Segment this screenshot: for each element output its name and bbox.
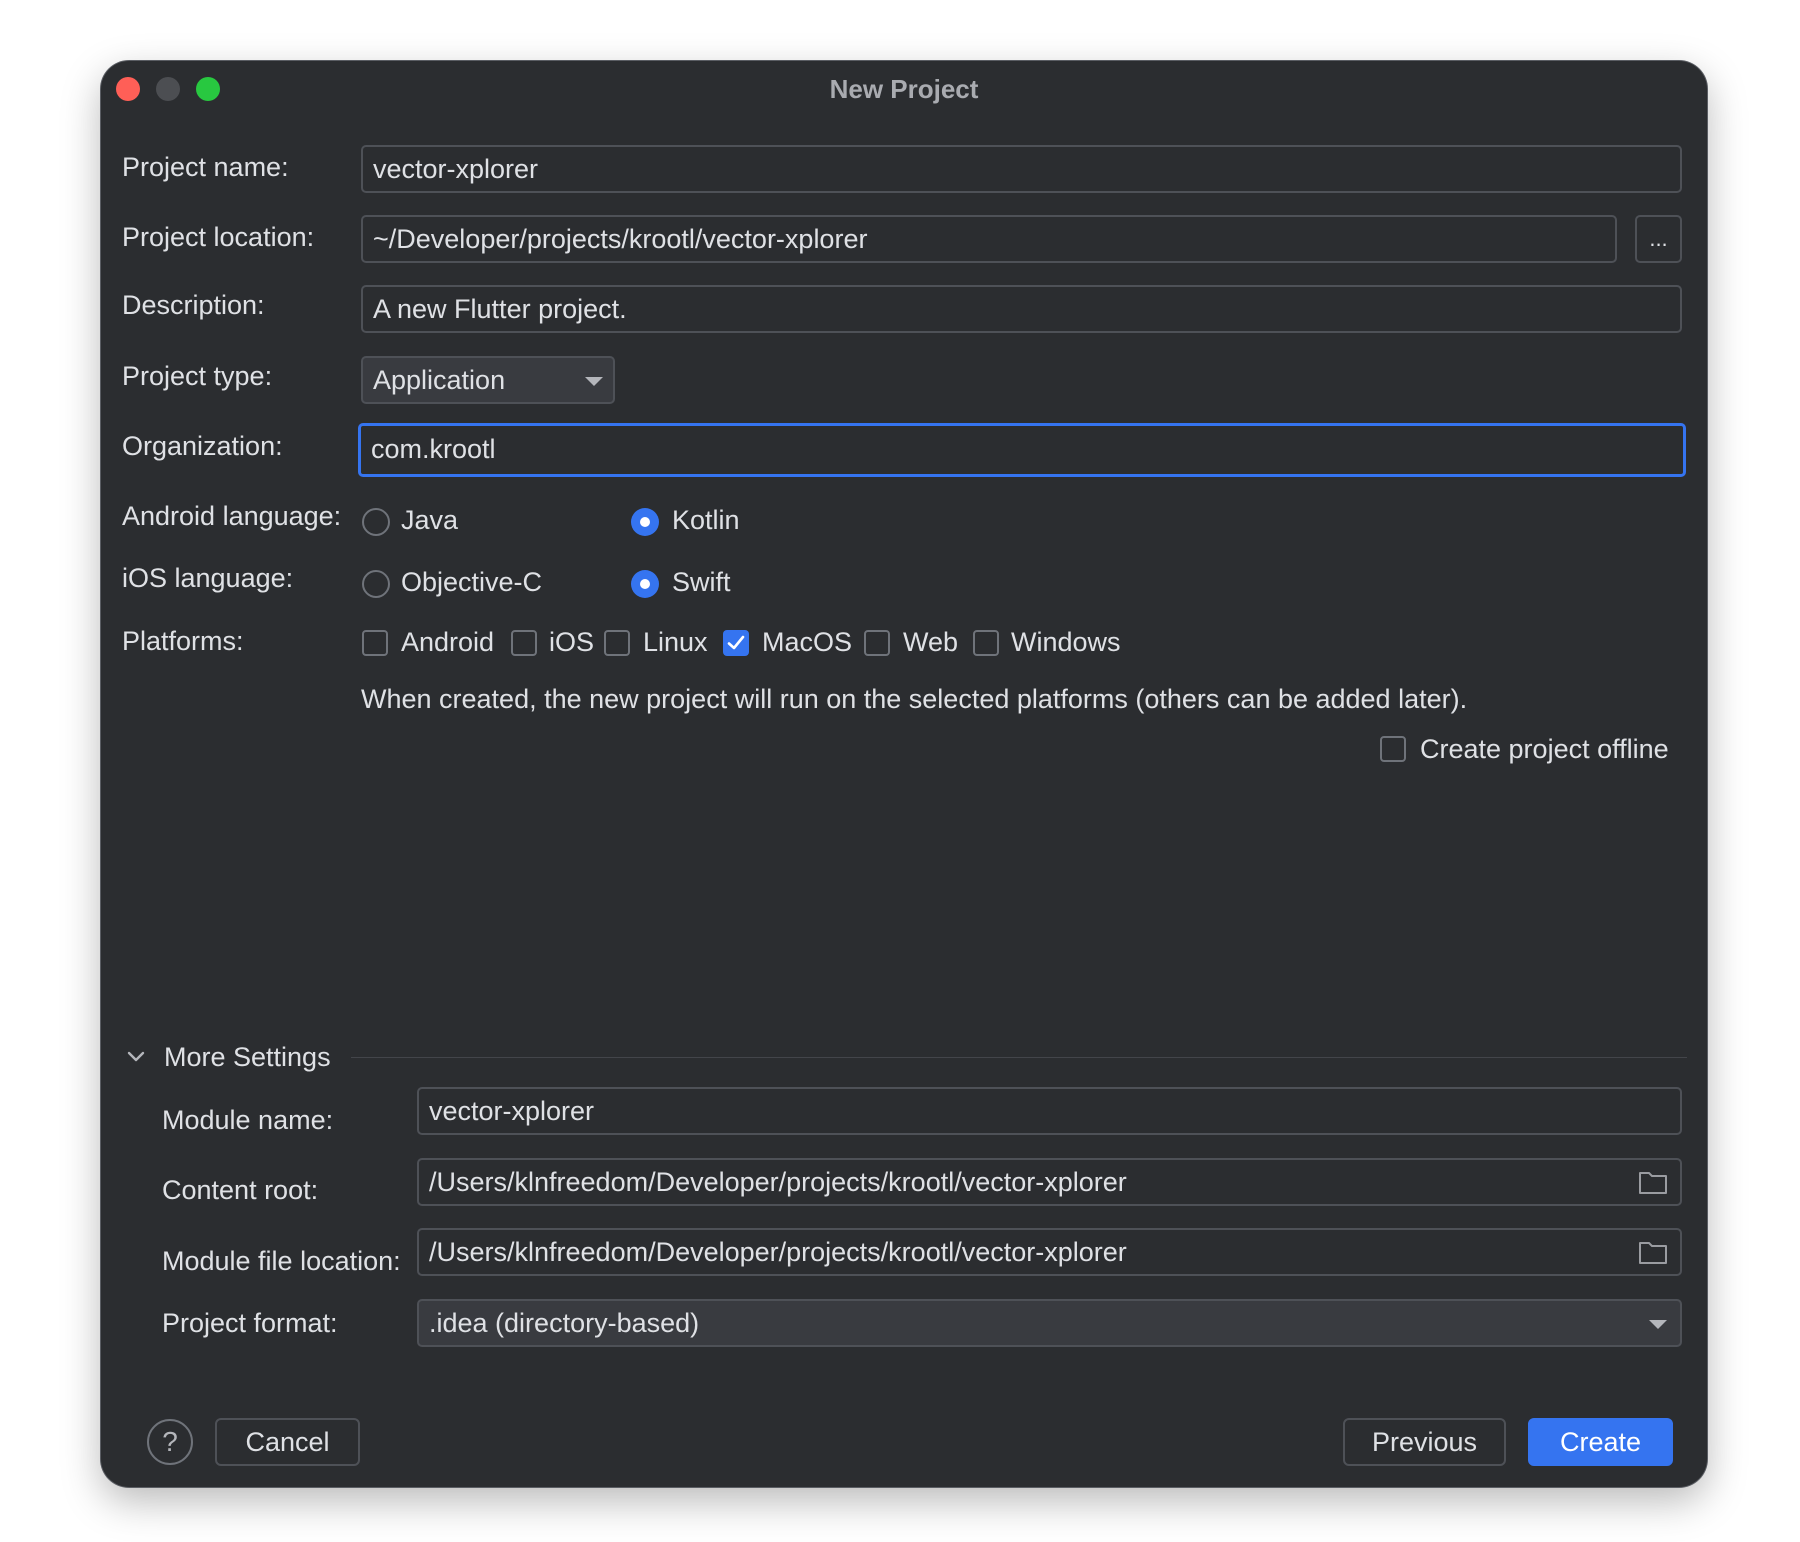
new-project-dialog: New Project Project name: vector-xplorer… [101,61,1707,1487]
window-title: New Project [829,74,979,104]
chevron-down-icon[interactable] [125,1046,147,1068]
platform-web-label[interactable]: Web [903,626,958,658]
chevron-down-icon [585,377,603,386]
create-offline-label[interactable]: Create project offline [1420,733,1669,765]
content-root-input[interactable]: /Users/klnfreedom/Developer/projects/kro… [417,1158,1682,1206]
project-name-input[interactable]: vector-xplorer [361,145,1682,193]
android-kotlin-label[interactable]: Kotlin [672,504,740,536]
ios-swift-radio[interactable] [631,570,659,598]
platform-macos-label[interactable]: MacOS [762,626,852,658]
module-name-value: vector-xplorer [429,1096,595,1126]
project-location-value: ~/Developer/projects/krootl/vector-xplor… [373,224,868,254]
platform-macos-checkbox[interactable] [723,630,749,656]
browse-location-button[interactable]: ... [1635,215,1682,263]
project-type-select[interactable]: Application [361,356,615,404]
module-name-input[interactable]: vector-xplorer [417,1087,1682,1135]
description-input[interactable]: A new Flutter project. [361,285,1682,333]
content-root-value: /Users/klnfreedom/Developer/projects/kro… [429,1167,1127,1197]
project-type-value: Application [373,365,506,395]
project-format-value: .idea (directory-based) [429,1308,700,1338]
previous-button[interactable]: Previous [1343,1418,1506,1466]
ios-objc-radio[interactable] [362,570,390,598]
platform-ios-checkbox[interactable] [511,630,537,656]
ios-objc-label[interactable]: Objective-C [401,566,542,598]
ios-swift-label[interactable]: Swift [672,566,731,598]
more-settings-toggle[interactable]: More Settings [164,1041,331,1073]
project-location-input[interactable]: ~/Developer/projects/krootl/vector-xplor… [361,215,1617,263]
content-root-label: Content root: [162,1175,319,1205]
create-button[interactable]: Create [1528,1418,1673,1466]
description-label: Description: [122,290,265,320]
checkmark-icon [727,635,745,650]
android-java-radio[interactable] [362,508,390,536]
folder-icon[interactable] [1638,1239,1668,1265]
folder-icon[interactable] [1638,1169,1668,1195]
module-file-location-input[interactable]: /Users/klnfreedom/Developer/projects/kro… [417,1228,1682,1276]
platform-android-checkbox[interactable] [362,630,388,656]
platform-ios-label[interactable]: iOS [549,626,594,658]
module-name-label: Module name: [162,1105,334,1135]
platform-windows-label[interactable]: Windows [1011,626,1121,658]
android-kotlin-radio[interactable] [631,508,659,536]
chevron-down-icon [1649,1320,1667,1329]
platforms-hint: When created, the new project will run o… [361,684,1468,714]
project-location-label: Project location: [122,222,315,252]
module-file-location-value: /Users/klnfreedom/Developer/projects/kro… [429,1237,1127,1267]
cancel-button[interactable]: Cancel [215,1418,360,1466]
project-type-label: Project type: [122,361,273,391]
organization-label: Organization: [122,431,283,461]
platforms-label: Platforms: [122,626,244,656]
project-name-value: vector-xplorer [373,154,539,184]
project-format-select[interactable]: .idea (directory-based) [417,1299,1682,1347]
platform-linux-checkbox[interactable] [604,630,630,656]
organization-value: com.krootl [371,434,496,464]
android-java-label[interactable]: Java [401,504,458,536]
description-value: A new Flutter project. [373,294,627,324]
platform-windows-checkbox[interactable] [973,630,999,656]
help-button[interactable]: ? [147,1419,193,1465]
organization-input[interactable]: com.krootl [358,423,1686,477]
platform-linux-label[interactable]: Linux [643,626,708,658]
section-divider [351,1057,1687,1058]
platform-web-checkbox[interactable] [864,630,890,656]
module-file-location-label: Module file location: [162,1246,401,1276]
android-language-label: Android language: [122,501,342,531]
platform-android-label[interactable]: Android [401,626,494,658]
create-offline-checkbox[interactable] [1380,736,1406,762]
project-format-label: Project format: [162,1308,338,1338]
ios-language-label: iOS language: [122,563,294,593]
project-name-label: Project name: [122,152,289,182]
